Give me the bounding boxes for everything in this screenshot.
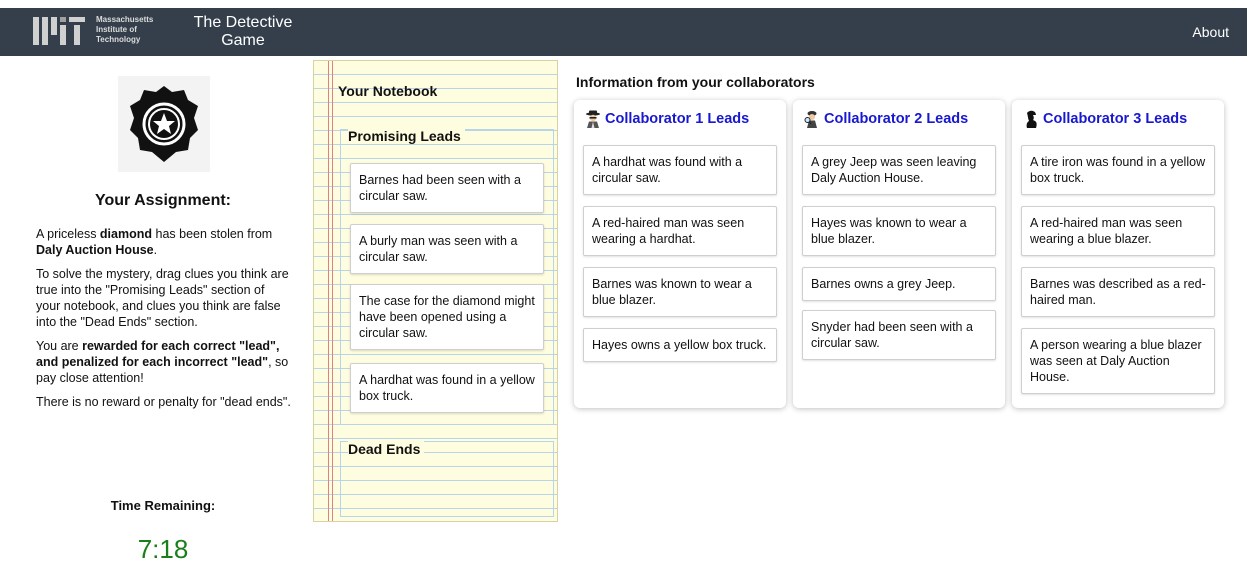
text-span: has been stolen from	[152, 227, 273, 241]
collaborator-lead-card[interactable]: A red-haired man was seen wearing a blue…	[1021, 206, 1215, 256]
notebook-margin-line	[332, 61, 333, 521]
time-remaining-label: Time Remaining:	[110, 498, 216, 513]
assignment-paragraph: You are rewarded for each correct "lead"…	[36, 338, 292, 386]
notebook-lead-card[interactable]: Barnes had been seen with a circular saw…	[350, 163, 544, 213]
dead-ends-title: Dead Ends	[348, 441, 425, 457]
mit-logo-icon	[33, 17, 85, 45]
collaborator-2-panel: Collaborator 2 Leads A grey Jeep was see…	[793, 100, 1005, 408]
mit-wordmark-line: Institute of	[96, 25, 137, 34]
assignment-title: Your Assignment:	[94, 192, 231, 209]
collaborator-lead-card[interactable]: Hayes was known to wear a blue blazer.	[802, 206, 996, 256]
notebook-title: Your Notebook	[338, 83, 438, 99]
magnifier-detective-icon	[804, 111, 817, 128]
assignment-text: A priceless diamond has been stolen from…	[36, 226, 292, 418]
spy-detective-icon	[586, 110, 600, 128]
assignment-paragraph: There is no reward or penalty for "dead …	[36, 395, 291, 409]
text-span: You are	[36, 339, 83, 353]
collaborator-2-title: Collaborator 2 Leads	[803, 110, 968, 128]
collaborator-lead-card[interactable]: Hayes owns a yellow box truck.	[583, 328, 777, 362]
collaborator-lead-card[interactable]: A red-haired man was seen wearing a hard…	[583, 206, 777, 256]
collaborator-3-title: Collaborator 3 Leads	[1022, 110, 1187, 128]
time-remaining-value: 7:18	[137, 534, 189, 564]
police-badge-icon	[130, 86, 198, 162]
collaborator-lead-card[interactable]: Barnes was known to wear a blue blazer.	[583, 267, 777, 317]
notebook-margin-line	[328, 61, 329, 521]
app-title-line: The Detective	[193, 14, 293, 31]
collaborator-title-text: Collaborator 1 Leads	[605, 111, 750, 127]
collaborator-lead-card[interactable]: A hardhat was found with a circular saw.	[583, 145, 777, 195]
mit-wordmark: Massachusetts Institute of Technology	[96, 15, 153, 45]
collaborator-lead-card[interactable]: A person wearing a blue blazer was seen …	[1021, 328, 1215, 394]
notebook-lead-card[interactable]: A burly man was seen with a circular saw…	[350, 224, 544, 274]
text-span: .	[153, 243, 158, 257]
mit-wordmark-line: Technology	[96, 35, 141, 44]
assignment-paragraph: A priceless diamond has been stolen from…	[36, 226, 292, 258]
text-bold: Daly Auction House	[36, 243, 154, 257]
badge-image	[118, 76, 210, 172]
notebook-lead-card[interactable]: The case for the diamond might have been…	[350, 284, 544, 350]
text-span: A priceless	[36, 227, 100, 241]
collaborator-1-title: Collaborator 1 Leads	[584, 110, 749, 128]
collaborator-lead-card[interactable]: A grey Jeep was seen leaving Daly Auctio…	[802, 145, 996, 195]
collaborator-1-panel: Collaborator 1 Leads A hardhat was found…	[574, 100, 786, 408]
collaborators-heading: Information from your collaborators	[576, 74, 815, 90]
app-title-line: Game	[221, 32, 265, 49]
collaborator-lead-card[interactable]: Barnes owns a grey Jeep.	[802, 267, 996, 301]
collaborator-lead-card[interactable]: Snyder had been seen with a circular saw…	[802, 310, 996, 360]
about-link[interactable]: About	[1192, 24, 1229, 40]
collaborator-lead-card[interactable]: Barnes was described as a red-haired man…	[1021, 267, 1215, 317]
sherlock-silhouette-icon	[1026, 110, 1037, 128]
collaborator-title-text: Collaborator 3 Leads	[1043, 111, 1188, 127]
notebook-lead-card[interactable]: A hardhat was found in a yellow box truc…	[350, 363, 544, 413]
notebook: Your Notebook Promising Leads Dead Ends …	[313, 60, 558, 522]
collaborator-3-panel: Collaborator 3 Leads A tire iron was fou…	[1012, 100, 1224, 408]
top-navbar: Massachusetts Institute of Technology Th…	[0, 8, 1247, 56]
mit-wordmark-line: Massachusetts	[96, 15, 154, 24]
promising-leads-title: Promising Leads	[348, 128, 465, 144]
app-title: The Detective Game	[190, 14, 296, 50]
collaborator-lead-card[interactable]: A tire iron was found in a yellow box tr…	[1021, 145, 1215, 195]
collaborator-title-text: Collaborator 2 Leads	[824, 111, 969, 127]
assignment-paragraph: To solve the mystery, drag clues you thi…	[36, 267, 289, 329]
text-bold: diamond	[99, 227, 153, 241]
